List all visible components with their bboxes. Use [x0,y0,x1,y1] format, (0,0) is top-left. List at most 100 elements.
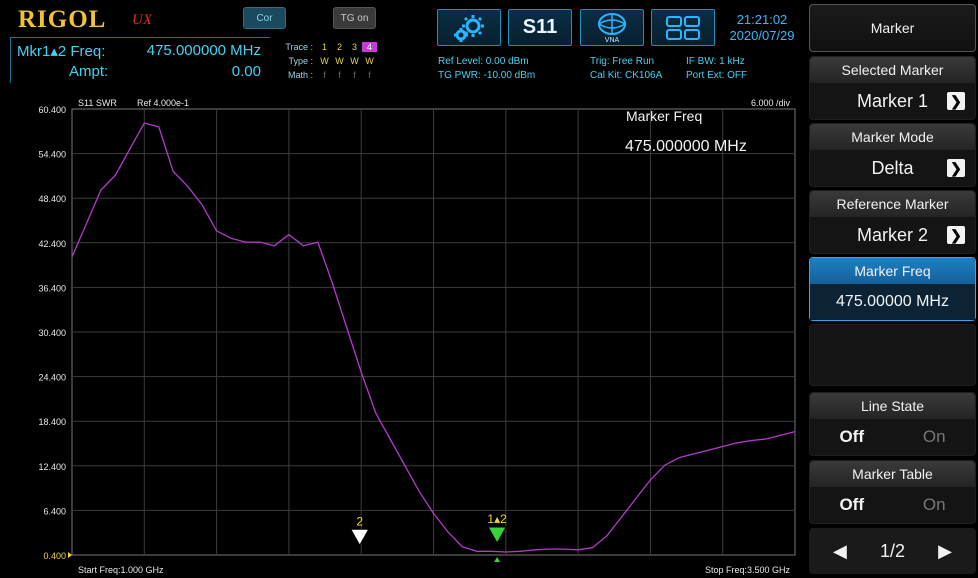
marker-freq-key[interactable]: Marker Freq 475.00000 MHz [809,257,976,321]
gears-icon [454,14,484,42]
reference-marker-label: Reference Marker [810,191,975,217]
reference-marker-value: Marker 2 [856,224,928,245]
trace-row-label: Trace : [285,42,313,52]
start-freq-label: Start Freq:1.000 GHz [78,565,164,575]
plot-canvas[interactable]: 60.400 54.400 48.400 42.400 36.400 30.400 24.4… [0,92,806,578]
cal-kit-text: Cal Kit: CK106A [590,70,663,81]
trigger-info: Trig: Free Run Cal Kit: CK106A [590,55,662,83]
trace-4[interactable]: 4 [362,42,377,52]
marker-freq-label: Mkr1▴2 Freq: [17,43,106,60]
mode-label: S11 SWR [78,98,117,108]
marker-table-label: Marker Table [810,461,975,487]
selected-marker-label: Selected Marker [810,57,975,83]
y-tick-label: 48.400 [38,194,66,204]
trace-3[interactable]: 3 [347,42,362,52]
y-tick-label: 24.400 [38,373,66,383]
page-indicator: 1/2 [879,540,906,561]
y-tick-label: 18.400 [38,417,66,427]
menu-title: Marker [809,4,976,52]
active-marker-pointer-icon [494,557,501,562]
trace-math-2: f [338,70,341,80]
correction-button[interactable]: Cor [243,7,286,29]
clock: 21:21:02 2020/07/29 [720,12,804,44]
marker-2-triangle[interactable] [349,528,370,547]
chevron-right-icon[interactable]: ❯ [947,226,965,244]
marker-1-delta-label: 1▴2 [487,512,507,526]
level-info: Ref Level: 0.00 dBm TG PWR: -10.00 dBm [438,55,535,83]
marker-mode-value: Delta [871,157,914,178]
y-tick-label: 30.400 [38,328,66,338]
marker-freq-overlay-value: 475.000000 MHz [625,138,747,155]
marker-readout: Mkr1▴2 Freq: 475.000000 MHz Ampt: 0.00 [10,37,270,83]
vna-label: VNA [605,37,620,44]
line-state-key[interactable]: Line State Off On [809,392,976,456]
chevron-right-icon[interactable]: ❯ [947,92,965,110]
y-tick-label: 12.400 [38,462,66,472]
marker-table-key[interactable]: Marker Table Off On [809,460,976,524]
marker-table-on[interactable]: On [923,495,946,515]
line-state-on[interactable]: On [923,427,946,447]
trace-1[interactable]: 1 [317,42,332,52]
display-layout-button[interactable] [651,9,715,46]
math-row-label: Math : [287,70,313,80]
marker-2-label: 2 [356,514,363,528]
empty-softkey [809,324,976,386]
trace-math-4: f [368,70,371,80]
trace-type-4: W [365,56,374,66]
page-next-icon[interactable]: ▶ [938,541,952,562]
tg-power-text: TG PWR: -10.00 dBm [438,70,536,81]
page-prev-icon[interactable]: ◀ [833,541,847,562]
marker-table-toggle[interactable]: Off On [810,495,975,515]
ref-label: Ref 4.000e-1 [137,98,189,108]
top-status-bar: RIGOL UX Cor TG on S11 VNA 21:21:02 2020… [0,0,806,92]
trigger-text: Trig: Free Run [590,56,655,67]
y-tick-label: 54.400 [38,150,66,160]
if-bw-text: IF BW: 1 kHz [686,56,745,67]
y-tick-label: 0.400 [43,551,66,561]
y-tick-label: 6.400 [43,506,66,516]
marker-table-off[interactable]: Off [839,495,864,515]
scale-per-div: 6.000 /div [751,98,791,108]
reference-marker-key[interactable]: Reference Marker Marker 2 ❯ [809,190,976,254]
ref-level-text: Ref Level: 0.00 dBm [438,56,529,67]
trace-math-3: f [353,70,356,80]
marker-mode-key[interactable]: Marker Mode Delta ❯ [809,123,976,187]
time-text: 21:21:02 [736,12,788,27]
trace-2[interactable]: 2 [332,42,347,52]
type-row-label: Type : [288,56,313,66]
vna-globe-icon: VNA [598,12,626,44]
trace-type-2: W [335,56,344,66]
marker-freq-overlay-title: Marker Freq [626,108,702,124]
marker-ampt-value: 0.00 [231,63,261,80]
menu-pager: ◀ 1/2 ▶ [809,528,976,574]
marker-ampt-label: Ampt: [69,63,109,80]
marker-freq-input[interactable]: 475.00000 MHz [810,284,975,320]
measurement-graph[interactable]: 60.400 54.400 48.400 42.400 36.400 30.400 24.4… [0,92,806,578]
bandwidth-info: IF BW: 1 kHz Port Ext: OFF [686,55,747,83]
line-state-toggle[interactable]: Off On [810,427,975,447]
marker-mode-label: Marker Mode [810,124,975,150]
trace-type-1: W [320,56,329,66]
marker-freq-key-label: Marker Freq [810,258,975,284]
port-ext-text: Port Ext: OFF [686,70,748,81]
selected-marker-key[interactable]: Selected Marker Marker 1 ❯ [809,56,976,120]
trace-type-3: W [350,56,359,66]
selected-marker-value: Marker 1 [856,90,928,111]
chevron-right-icon[interactable]: ❯ [947,159,965,177]
y-tick-label: 36.400 [38,283,66,293]
y-tick-label: 42.400 [38,239,66,249]
settings-button[interactable] [437,9,501,46]
date-text: 2020/07/29 [729,28,795,43]
vna-mode-button[interactable]: VNA [580,9,644,46]
softkey-menu: Marker Selected Marker Marker 1 ❯ Marker… [807,0,978,578]
ref-level-arrow-icon [68,552,72,558]
marker-freq-value: 475.000000 MHz [146,42,261,59]
trace-math-1: f [323,70,326,80]
line-state-off[interactable]: Off [839,427,864,447]
model-series-logo: UX [132,12,152,28]
y-tick-label: 60.400 [38,105,66,115]
brand-logo: RIGOL [18,6,107,33]
marker-1-delta-triangle[interactable] [487,526,507,545]
s11-measurement-button[interactable]: S11 [508,9,572,46]
tracking-generator-button[interactable]: TG on [333,7,376,29]
